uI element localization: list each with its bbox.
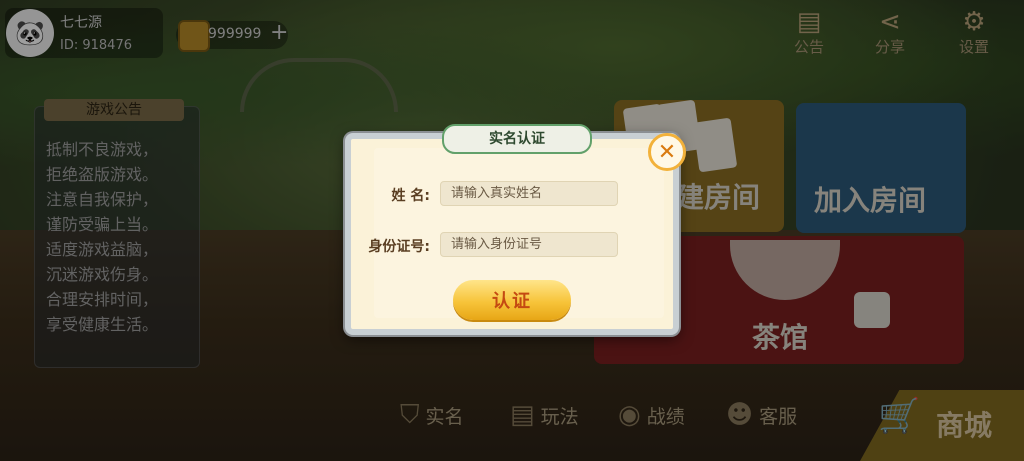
verify-button[interactable]: 认证 <box>453 280 571 320</box>
name-input[interactable] <box>440 181 618 206</box>
dialog-title: 实名认证 <box>442 124 592 154</box>
id-number-input[interactable] <box>440 232 618 257</box>
name-label: 姓 名: <box>391 188 430 204</box>
id-number-label: 身份证号: <box>368 239 430 255</box>
close-icon: ✕ <box>657 139 677 165</box>
close-button[interactable]: ✕ <box>648 133 686 171</box>
